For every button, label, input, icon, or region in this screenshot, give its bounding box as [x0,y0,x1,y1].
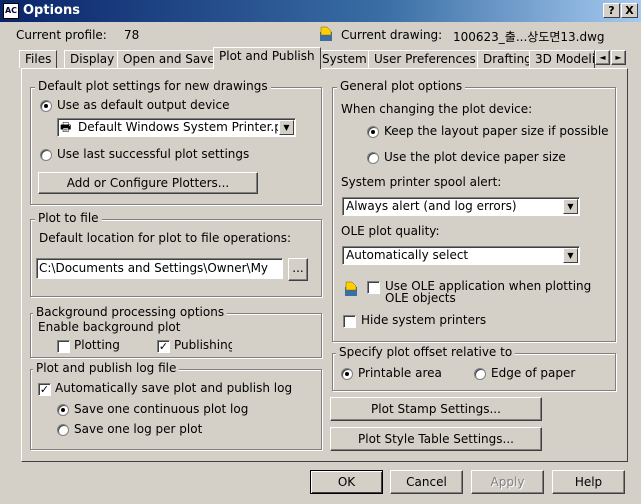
add-configure-plotters-button[interactable]: Add or Configure Plotters... [38,172,258,194]
printable-area-radio[interactable] [341,368,353,380]
plot-style-table-settings-button[interactable]: Plot Style Table Settings... [330,427,542,451]
use-ole-application-checkbox[interactable] [367,281,380,294]
output-device-value: Default Windows System Printer.pc3 [78,120,278,134]
edge-of-paper-radio[interactable] [474,368,486,380]
continuous-log-label: Save one continuous plot log [74,402,249,416]
ole-quality-label: OLE plot quality: [341,224,440,238]
plot-offset-title: Specify plot offset relative to [336,345,516,359]
plotting-checkbox[interactable] [57,340,70,353]
use-default-device-label: Use as default output device [57,98,230,112]
help-button[interactable]: Help [552,470,625,494]
enable-background-plot-label: Enable background plot [38,320,181,334]
plot-log-title: Plot and publish log file [33,361,180,375]
title-bar: AC Options ? X [0,0,641,22]
use-last-successful-radio[interactable] [40,149,52,161]
tab-open-and-save[interactable]: Open and Save [117,50,221,68]
use-device-paper-radio[interactable] [367,152,379,164]
ole-quality-select[interactable]: Automatically select ▼ [342,246,580,265]
tab-plot-and-publish[interactable]: Plot and Publish [213,47,321,69]
keep-layout-paper-radio[interactable] [367,126,379,138]
publishing-label: Publishing [174,338,232,352]
ole-application-icon [343,281,359,297]
chevron-down-icon[interactable]: ▼ [563,199,578,214]
output-device-select[interactable]: 🖶 Default Windows System Printer.pc3 ▼ [57,118,296,137]
ok-button[interactable]: OK [310,470,383,494]
tab-3d-modeling[interactable]: 3D Modelin [529,50,595,68]
window-title: Options [23,3,80,18]
printer-icon: 🖶 [60,120,72,134]
close-button[interactable]: X [621,3,638,18]
tab-files[interactable]: Files [19,50,58,68]
use-default-device-radio[interactable] [40,100,52,112]
chevron-down-icon[interactable]: ▼ [563,248,578,263]
plotting-label: Plotting [74,338,120,352]
current-profile-value: 78 [124,28,140,42]
plot-stamp-settings-button[interactable]: Plot Stamp Settings... [330,397,542,421]
chevron-down-icon[interactable]: ▼ [279,120,294,135]
continuous-log-radio[interactable] [57,404,69,416]
tab-user-preferences[interactable]: User Preferences [368,50,482,68]
tab-system[interactable]: System [316,50,373,68]
per-plot-log-radio[interactable] [57,424,69,436]
apply-button[interactable]: Apply [471,470,544,494]
ole-quality-value: Automatically select [346,248,469,262]
use-last-successful-label: Use last successful plot settings [57,147,250,161]
spool-alert-value: Always alert (and log errors) [346,199,517,213]
general-plot-options-title: General plot options [337,79,466,93]
default-plot-settings-title: Default plot settings for new drawings [35,79,271,93]
autocad-app-icon: AC [3,3,19,19]
background-processing-title: Background processing options [33,305,228,319]
plot-to-file-location-input[interactable]: C:\Documents and Settings\Owner\My [36,258,283,279]
edge-of-paper-label: Edge of paper [491,366,576,380]
per-plot-log-label: Save one log per plot [74,422,203,436]
plot-to-file-location-value: C:\Documents and Settings\Owner\My [39,261,269,275]
browse-location-button[interactable]: ... [288,258,308,281]
change-device-label: When changing the plot device: [341,102,533,116]
printable-area-label: Printable area [358,366,442,380]
cancel-button[interactable]: Cancel [390,470,463,494]
use-ole-application-label-2: OLE objects [385,291,456,305]
auto-save-log-label: Automatically save plot and publish log [55,381,293,395]
auto-save-log-checkbox[interactable]: ✓ [38,383,51,396]
current-profile-label: Current profile: [16,28,107,42]
tab-scroll-right-button[interactable]: ► [611,50,626,65]
current-drawing-value: 100623_출...상도면13.dwg [453,30,605,44]
publishing-checkbox[interactable]: ✓ [157,340,170,353]
hide-system-printers-checkbox[interactable] [343,315,356,328]
plot-to-file-location-label: Default location for plot to file operat… [39,231,292,245]
spool-alert-label: System printer spool alert: [341,175,502,189]
tab-display[interactable]: Display [64,50,121,68]
spool-alert-select[interactable]: Always alert (and log errors) ▼ [342,197,580,216]
hide-system-printers-label: Hide system printers [361,313,487,327]
keep-layout-paper-label: Keep the layout paper size if possible [384,124,609,138]
plot-to-file-title: Plot to file [35,211,102,225]
help-title-button[interactable]: ? [603,3,620,18]
use-device-paper-label: Use the plot device paper size [384,150,566,164]
drawing-icon [318,26,334,42]
current-drawing-label: Current drawing: [341,28,443,42]
tab-scroll-left-button[interactable]: ◄ [595,50,610,65]
